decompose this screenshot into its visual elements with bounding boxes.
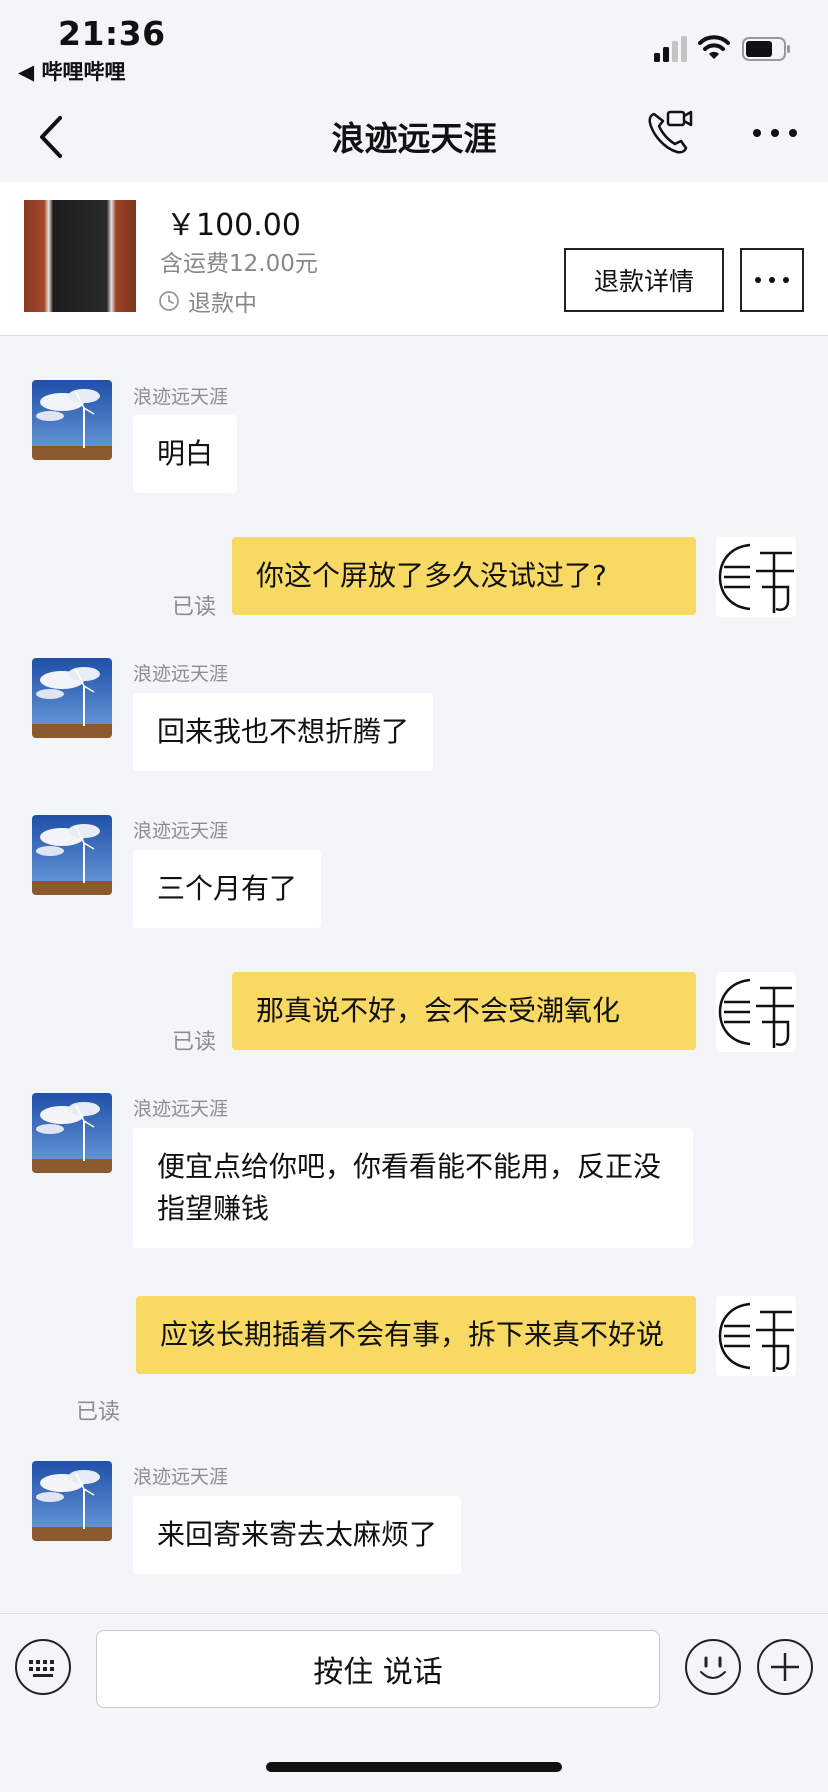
- my-avatar[interactable]: [716, 1296, 796, 1376]
- refund-details-button[interactable]: 退款详情: [564, 248, 724, 312]
- hold-to-talk-button[interactable]: 按住 说话: [96, 1630, 660, 1708]
- read-receipt: 已读: [172, 1030, 217, 1055]
- message-bubble-incoming[interactable]: 明白: [133, 415, 238, 493]
- emoji-icon[interactable]: [684, 1638, 742, 1696]
- read-receipt: 已读: [172, 595, 217, 620]
- nav-bar: 浪迹远天涯: [0, 92, 828, 182]
- order-price: ￥100.00: [166, 208, 301, 243]
- message-bubble-incoming[interactable]: 便宜点给你吧，你看看能不能用，反正没指望赚钱: [133, 1128, 693, 1248]
- chat-title: 浪迹远天涯: [331, 119, 497, 158]
- order-card[interactable]: ￥100.00 含运费12.00元 退款中 退款详情: [0, 182, 828, 336]
- message-bubble-incoming[interactable]: 三个月有了: [133, 850, 322, 928]
- order-more-button[interactable]: [740, 248, 804, 312]
- signal-icon: [654, 36, 687, 62]
- clock-icon: [159, 291, 179, 311]
- status-bar: 21:36 ◀ 哔哩哔哩: [0, 0, 828, 92]
- contact-avatar[interactable]: [32, 658, 112, 738]
- wifi-icon: [698, 35, 730, 59]
- more-dots-icon[interactable]: [752, 118, 798, 148]
- my-avatar[interactable]: [716, 537, 796, 617]
- sender-name: 浪迹远天涯: [133, 1466, 229, 1488]
- status-time: 21:36: [58, 14, 166, 53]
- home-indicator: [266, 1762, 562, 1772]
- plus-icon[interactable]: [756, 1638, 814, 1696]
- refund-status: 退款中: [158, 284, 257, 318]
- phone-video-icon[interactable]: [646, 108, 696, 158]
- sender-name: 浪迹远天涯: [133, 663, 229, 685]
- sender-name: 浪迹远天涯: [133, 820, 229, 842]
- back-to-app-link[interactable]: ◀ 哔哩哔哩: [18, 56, 125, 86]
- refund-status-label: 退款中: [188, 291, 257, 317]
- battery-icon: [742, 37, 790, 61]
- sender-name: 浪迹远天涯: [133, 386, 229, 408]
- contact-avatar[interactable]: [32, 1093, 112, 1173]
- chat-list[interactable]: 浪迹远天涯 明白 已读 你这个屏放了多久没试过了? 浪迹远天涯 回来我也不想折腾…: [0, 337, 828, 1613]
- shipping-fee: 含运费12.00元: [160, 251, 318, 277]
- message-bubble-outgoing[interactable]: 你这个屏放了多久没试过了?: [232, 537, 696, 615]
- message-bubble-outgoing[interactable]: 应该长期插着不会有事，拆下来真不好说: [136, 1296, 696, 1374]
- read-receipt: 已读: [76, 1400, 121, 1425]
- message-bubble-incoming[interactable]: 来回寄来寄去太麻烦了: [133, 1496, 462, 1574]
- message-bubble-outgoing[interactable]: 那真说不好，会不会受潮氧化: [232, 972, 696, 1050]
- contact-avatar[interactable]: [32, 815, 112, 895]
- my-avatar[interactable]: [716, 972, 796, 1052]
- sender-name: 浪迹远天涯: [133, 1098, 229, 1120]
- message-bubble-incoming[interactable]: 回来我也不想折腾了: [133, 693, 434, 771]
- contact-avatar[interactable]: [32, 1461, 112, 1541]
- input-bar: 按住 说话: [0, 1613, 828, 1723]
- contact-avatar[interactable]: [32, 380, 112, 460]
- product-thumbnail[interactable]: [24, 200, 136, 312]
- keyboard-icon[interactable]: [14, 1638, 72, 1696]
- more-dots-icon: [755, 277, 789, 283]
